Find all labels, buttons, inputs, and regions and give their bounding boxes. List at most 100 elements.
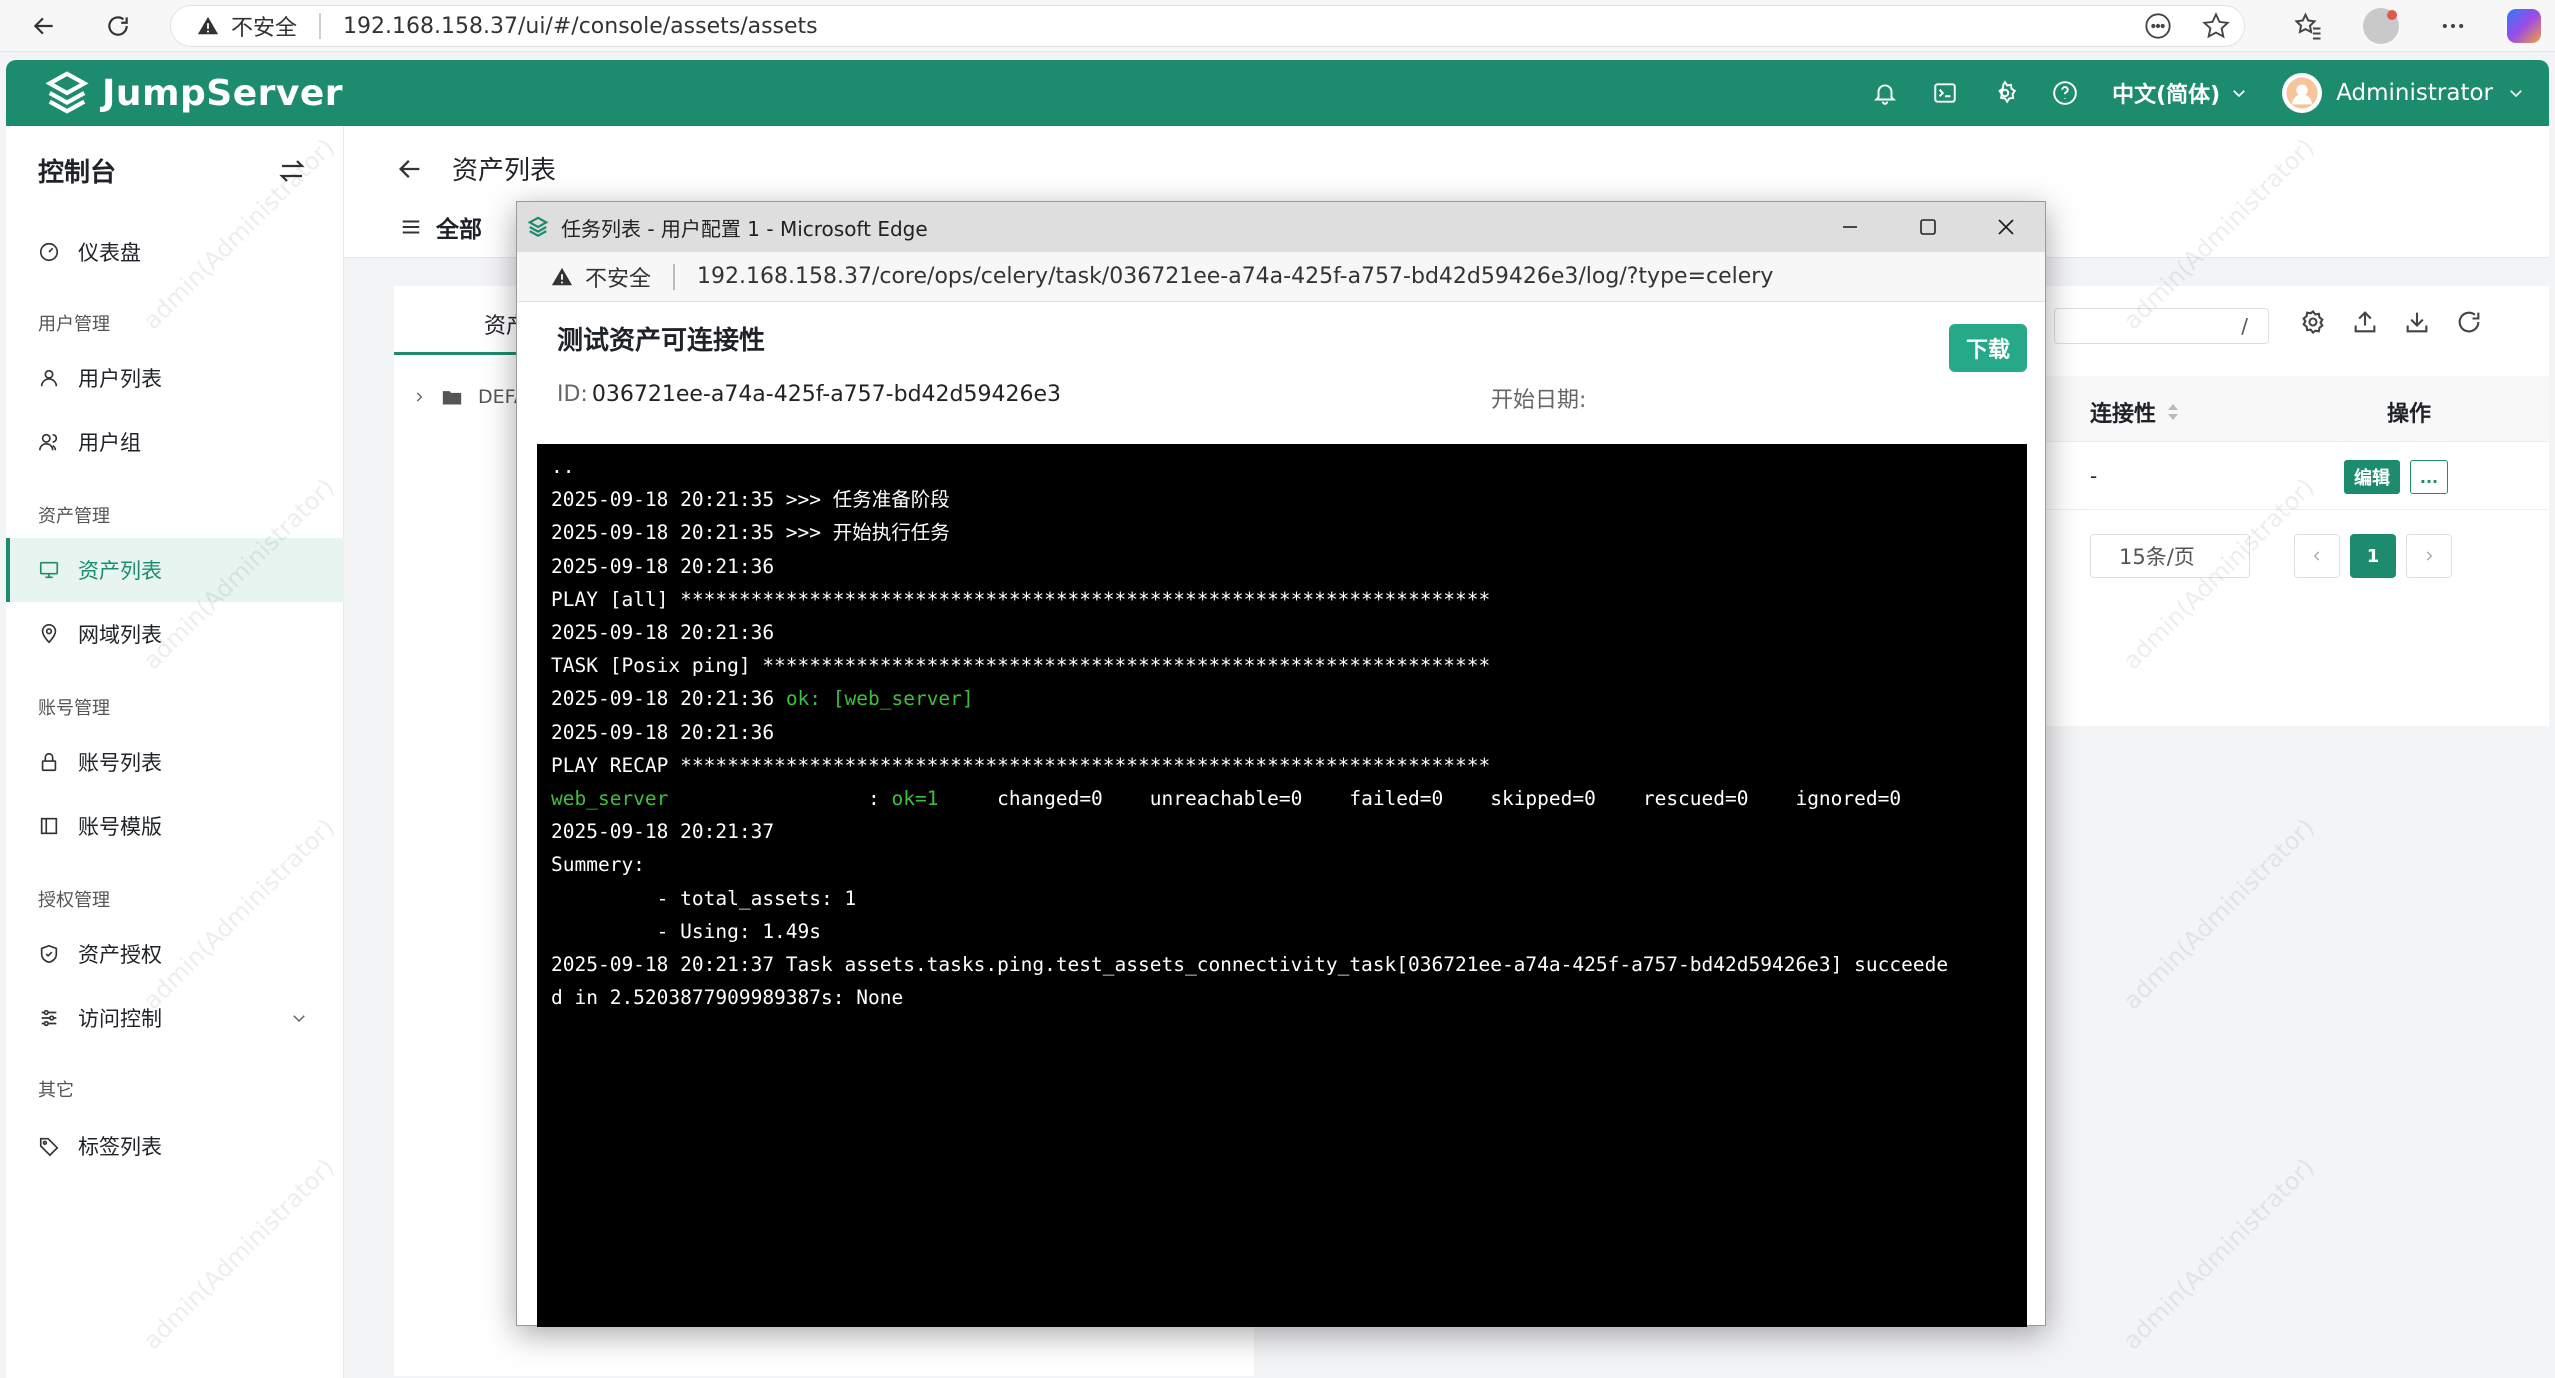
star-icon[interactable]	[2202, 12, 2230, 40]
log-line: 2025-09-18 20:21:36 ok: [web_server]	[551, 687, 974, 711]
bell-icon[interactable]	[1872, 80, 1898, 106]
sidebar-item-dashboard[interactable]: 仪表盘	[6, 220, 344, 284]
sidebar-item-label: 仪表盘	[78, 241, 141, 265]
chevron-right-icon[interactable]	[412, 390, 426, 404]
page-title: 资产列表	[396, 150, 556, 187]
page-size-select[interactable]: 15条/页	[2090, 534, 2250, 578]
help-icon[interactable]	[2052, 80, 2078, 106]
terminal-icon[interactable]	[1932, 80, 1958, 106]
back-icon[interactable]	[26, 8, 62, 44]
more-actions-button[interactable]: ...	[2410, 460, 2448, 494]
sidebar-group-perms: 授权管理	[38, 890, 110, 911]
chevron-left-icon	[2313, 551, 2320, 561]
column-connectivity[interactable]: 连接性	[2090, 396, 2180, 428]
prev-page-button[interactable]	[2294, 534, 2340, 578]
template-icon	[40, 817, 58, 835]
logo[interactable]: JumpServer	[44, 70, 343, 116]
tab-label: 全部	[436, 217, 482, 243]
sidebar-item-label: 资产授权	[78, 943, 162, 967]
popup-url-text[interactable]: 192.168.158.37/core/ops/celery/task/0367…	[697, 264, 1773, 289]
close-button[interactable]	[1967, 202, 2045, 252]
page-title-text: 资产列表	[452, 156, 557, 186]
back-arrow-icon[interactable]	[396, 155, 424, 183]
profile-icon[interactable]	[2363, 8, 2399, 44]
favorites-icon[interactable]	[2293, 11, 2323, 41]
log-line: PLAY [all] *****************************…	[551, 587, 1491, 611]
security-label: 不安全	[231, 16, 298, 41]
log-line: 2025-09-18 20:21:36	[551, 720, 775, 744]
maximize-button[interactable]	[1889, 202, 1967, 252]
table-header: 连接性 操作	[2044, 376, 2549, 442]
download-icon[interactable]	[2403, 308, 2431, 336]
chevron-down-icon	[293, 1015, 305, 1023]
sidebar-item-account-list[interactable]: 账号列表	[6, 730, 344, 794]
user-group-icon	[39, 433, 58, 451]
switch-view-icon[interactable]	[277, 156, 307, 186]
column-label: 连接性	[2090, 402, 2157, 427]
dashboard-icon	[39, 242, 59, 262]
sort-icon[interactable]	[2166, 402, 2180, 422]
edit-button[interactable]: 编辑	[2344, 460, 2400, 494]
next-page-button[interactable]	[2406, 534, 2452, 578]
address-bar[interactable]: 不安全 192.168.158.37/ui/#/console/assets/a…	[170, 5, 2245, 47]
log-line: d in 2.5203877909989387s: None	[551, 986, 904, 1010]
app-header: JumpServer 中文(简体) Administrator	[6, 60, 2549, 126]
log-line: 2025-09-18 20:21:36	[551, 554, 775, 578]
folder-icon	[442, 391, 462, 405]
url-text[interactable]: 192.168.158.37/ui/#/console/assets/asset…	[343, 14, 818, 39]
task-heading: 测试资产可连接性	[557, 326, 766, 356]
sidebar-item-user-list[interactable]: 用户列表	[6, 346, 344, 410]
sidebar-group-assets: 资产管理	[38, 506, 110, 527]
download-button[interactable]: 下载	[1949, 324, 2027, 372]
chevron-down-icon	[2233, 90, 2246, 98]
language-selector[interactable]: 中文(简体)	[2112, 77, 2248, 109]
sidebar-item-label: 资产列表	[78, 559, 162, 583]
sidebar-item-domain-list[interactable]: 网域列表	[6, 602, 344, 666]
user-icon	[40, 369, 58, 387]
sidebar-item-label-list[interactable]: 标签列表	[6, 1114, 344, 1178]
search-input[interactable]: /	[2054, 308, 2269, 344]
sidebar-item-user-group[interactable]: 用户组	[6, 410, 344, 474]
sidebar-item-label: 网域列表	[78, 623, 162, 647]
tab-all[interactable]: 全部	[400, 210, 482, 244]
sidebar-group-other: 其它	[38, 1080, 74, 1101]
copilot-icon[interactable]	[2507, 9, 2541, 43]
user-menu[interactable]: Administrator	[2282, 73, 2525, 113]
settings-icon[interactable]	[2299, 308, 2327, 336]
connectivity-cell: -	[2090, 464, 2098, 488]
reload-icon[interactable]	[100, 8, 136, 44]
reading-mode-icon[interactable]	[2144, 12, 2172, 40]
maximize-icon	[1920, 219, 1936, 235]
minimize-button[interactable]	[1811, 202, 1889, 252]
log-terminal[interactable]: .. 2025-09-18 20:21:35 >>> 任务准备阶段 2025-09-…	[537, 444, 2027, 1327]
window-title: 任务列表 - 用户配置 1 - Microsoft Edge	[561, 216, 928, 241]
tree-node[interactable]: DEFA	[412, 386, 527, 408]
search-shortcut: /	[2241, 314, 2248, 338]
window-titlebar[interactable]: 任务列表 - 用户配置 1 - Microsoft Edge	[517, 202, 2045, 252]
log-line: 2025-09-18 20:21:37 Task assets.tasks.pi…	[551, 953, 1949, 977]
upload-icon[interactable]	[2351, 308, 2379, 336]
asset-table-panel: / 连接性 操作 - 编辑 ... 15条/页 1	[2044, 286, 2549, 726]
sidebar-item-asset-list[interactable]: 资产列表	[6, 538, 344, 602]
sidebar-item-label: 标签列表	[78, 1135, 162, 1159]
log-line: 2025-09-18 20:21:37	[551, 820, 775, 844]
gear-icon[interactable]	[1992, 80, 2018, 106]
chevron-right-icon	[2426, 551, 2433, 561]
more-icon[interactable]	[2439, 12, 2467, 40]
chevron-down-icon	[2510, 90, 2522, 98]
page-1-button[interactable]: 1	[2350, 534, 2396, 578]
popup-address-bar[interactable]: 不安全 192.168.158.37/core/ops/celery/task/…	[517, 252, 2045, 302]
sidebar-item-access-control[interactable]: 访问控制	[6, 986, 344, 1050]
security-label: 不安全	[585, 266, 652, 292]
avatar	[2282, 73, 2323, 113]
pagination: 15条/页 1	[2044, 532, 2549, 582]
sidebar-item-account-template[interactable]: 账号模版	[6, 794, 344, 858]
sidebar-item-asset-perm[interactable]: 资产授权	[6, 922, 344, 986]
sidebar-title: 控制台	[38, 158, 117, 188]
sidebar-item-label: 用户列表	[78, 367, 162, 391]
start-date-label: 开始日期:	[1491, 388, 1587, 413]
security-indicator[interactable]: 不安全	[197, 10, 297, 42]
sidebar-item-label: 访问控制	[78, 1007, 162, 1031]
refresh-icon[interactable]	[2455, 308, 2483, 336]
sidebar-item-label: 账号模版	[78, 815, 162, 839]
